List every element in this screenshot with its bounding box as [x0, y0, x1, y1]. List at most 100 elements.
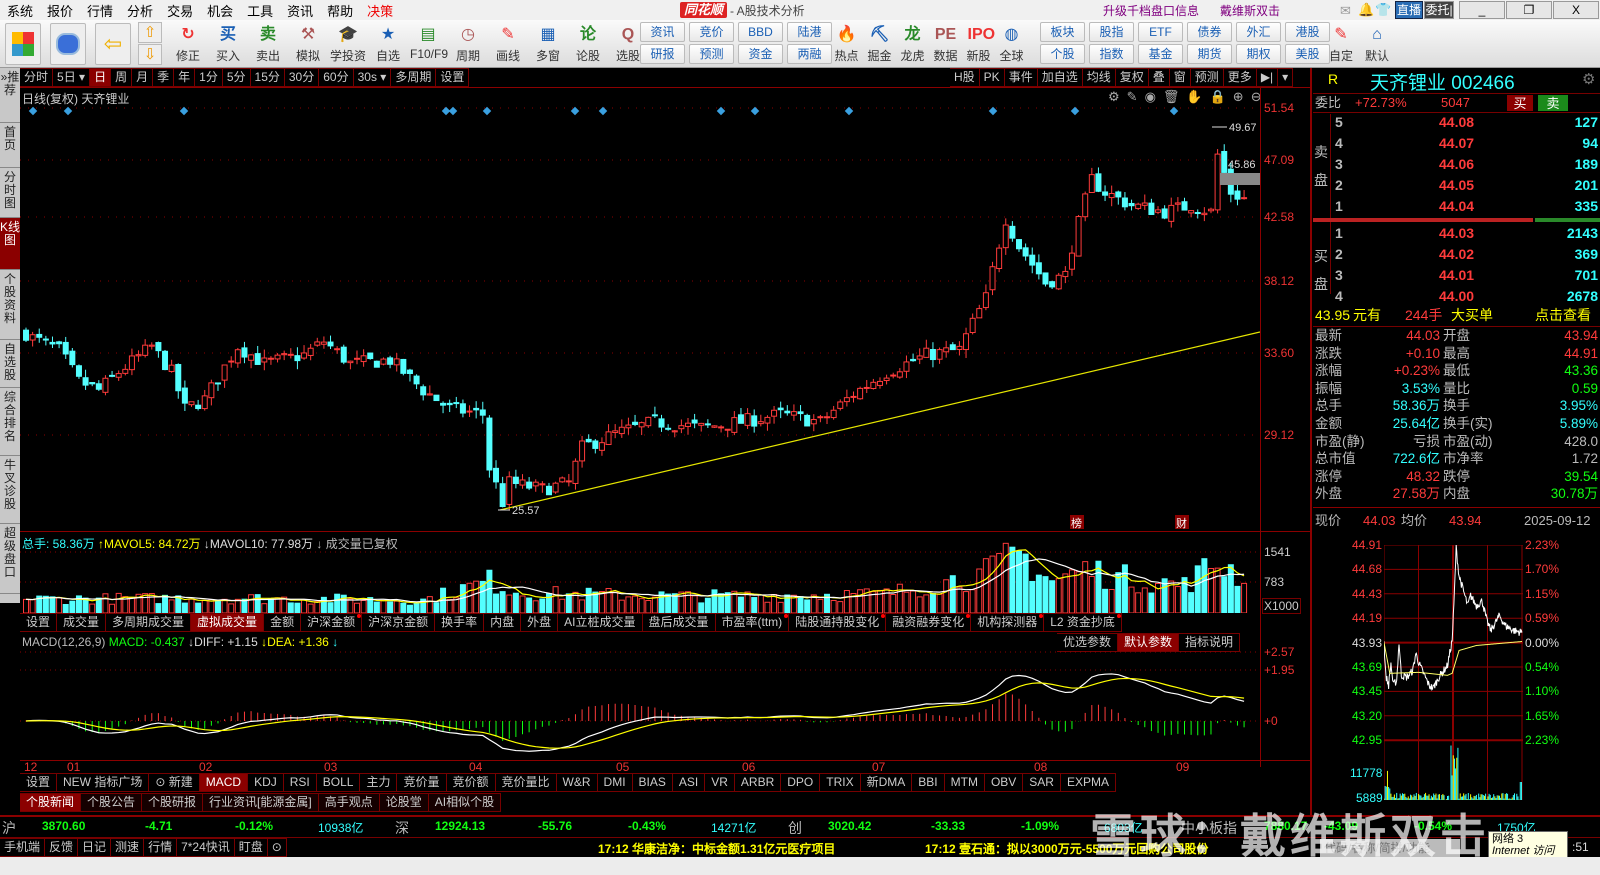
indicator-tab-1[interactable]: NEW 指标广场 [57, 773, 150, 792]
chart-tool-6[interactable]: 叠 [1148, 68, 1170, 87]
news-ticker-item[interactable]: 17:12 华康洁净：中标金额1.31亿元医疗项目 [598, 840, 835, 857]
toolbar-button-single-6[interactable]: ▤ F10/F9 [410, 22, 448, 66]
indicator-tab-4[interactable]: KDJ [248, 773, 284, 792]
volume-tab-12[interactable]: 市盈率(ttm) [715, 613, 790, 632]
indicator-tab-17[interactable]: DPO [781, 773, 821, 792]
menu-news[interactable]: 资讯 [280, 1, 320, 20]
volume-tab-0[interactable]: 设置 [20, 613, 58, 632]
big-order-link[interactable]: 点击查看 [1535, 307, 1591, 324]
news-tab-4[interactable]: 高手观点 [318, 793, 380, 812]
back-button[interactable]: ⇦ [95, 23, 131, 65]
volume-tab-3[interactable]: 虚拟成交量 [191, 613, 265, 632]
menu-decision[interactable]: 决策 [360, 1, 400, 20]
toolbar-button-single-3[interactable]: ⚒ 模拟 [290, 22, 326, 66]
toolbar-button-single-2[interactable]: 卖卖出 [250, 22, 286, 66]
news-tab-3[interactable]: 行业资讯[能源金属] [203, 793, 319, 812]
toolbar-link-button[interactable]: 竞价 [689, 22, 734, 42]
chart-tool-10[interactable]: ▶| [1256, 68, 1279, 87]
toolbar-link-button[interactable]: 预测 [689, 44, 734, 64]
toolbar-link-button[interactable]: 研报 [640, 44, 685, 64]
event-diamond-icon[interactable] [598, 106, 608, 116]
trend-line[interactable] [499, 331, 1260, 511]
indicator-tab-19[interactable]: 新DMA [860, 773, 913, 792]
chart-tool-2[interactable]: 事件 [1004, 68, 1038, 87]
chart-tool-5[interactable]: 复权 [1115, 68, 1149, 87]
event-diamond-icon[interactable] [1070, 106, 1080, 116]
ai-assistant-button[interactable] [50, 23, 86, 65]
chart-tool-8[interactable]: 预测 [1190, 68, 1224, 87]
news-tab-1[interactable]: 个股公告 [81, 793, 143, 812]
left-nav-item-5[interactable]: 自选股 [0, 340, 20, 388]
indicator-tab-24[interactable]: EXPMA [1060, 773, 1116, 792]
status-item-0[interactable]: 手机端 [0, 838, 46, 857]
indicator-tab-5[interactable]: RSI [283, 773, 317, 792]
left-nav-item-7[interactable]: 牛叉诊股 [0, 456, 20, 524]
left-nav-item-8[interactable]: 超级盘口 [0, 524, 20, 594]
skin-icon[interactable]: 👕 [1375, 2, 1391, 18]
period-tab-3[interactable]: 周 [111, 68, 133, 87]
chart-tool-11[interactable]: ▾ [1278, 68, 1294, 87]
toolbar-link-button[interactable]: 股指 [1089, 22, 1134, 42]
indicator-tab-22[interactable]: OBV [984, 773, 1024, 792]
toolbar-button-single-9[interactable]: ▦ 多窗 [530, 22, 566, 66]
volume-tab-8[interactable]: 内盘 [484, 613, 522, 632]
indicator-tab-6[interactable]: BOLL [316, 773, 361, 792]
asks-level[interactable]: 5 44.08 127 [1313, 114, 1600, 131]
status-item-5[interactable]: 7*24快讯 [177, 838, 235, 857]
indicator-tab-3[interactable]: MACD [199, 773, 249, 792]
toolbar-button-single2-0[interactable]: 🔥 热点 [832, 22, 861, 66]
volume-tab-9[interactable]: 外盘 [521, 613, 559, 632]
toolbar-button-single2-4[interactable]: IPO 新股 [964, 22, 995, 66]
toolbar-link-button[interactable]: 板块 [1040, 22, 1085, 42]
status-item-1[interactable]: 反馈 [45, 838, 79, 857]
bids-level[interactable]: 2 44.02 369 [1313, 246, 1600, 263]
bell-icon[interactable]: 🔔 [1358, 2, 1374, 18]
event-diamond-icon[interactable] [1169, 106, 1179, 116]
event-diamond-icon[interactable] [28, 106, 38, 116]
settings-gear-icon[interactable]: ⚙ [1582, 70, 1595, 88]
indicator-tab-0[interactable]: 设置 [20, 773, 58, 792]
toolbar-link-button[interactable]: 港股 [1285, 22, 1330, 42]
indicator-tab-11[interactable]: W&R [556, 773, 598, 792]
indicator-tab-21[interactable]: MTM [944, 773, 985, 792]
mail-icon[interactable]: ✉ [1340, 3, 1351, 19]
kline-chart[interactable]: 49.67 45.86 25.57 榜 财 [20, 87, 1260, 530]
volume-tab-16[interactable]: L2 资金抄底 [1044, 613, 1122, 632]
intraday-chart[interactable] [1384, 545, 1523, 800]
toolbar-link-button[interactable]: BBD [738, 22, 783, 42]
chart-tool-9[interactable]: 更多 [1223, 68, 1257, 87]
volume-tab-15[interactable]: 机构探测器 [971, 613, 1045, 632]
toolbar-button-single3-1[interactable]: ⌂ 默认 [1361, 22, 1393, 66]
period-tab-13[interactable]: 多周期 [391, 68, 437, 87]
entrust-dropdown[interactable]: 委托|▾ [1424, 1, 1454, 33]
indicator-tab-10[interactable]: 竞价量比 [495, 773, 557, 792]
chart-tool-0[interactable]: H股 [950, 68, 980, 87]
toolbar-button-single2-2[interactable]: 龙龙虎 [898, 22, 927, 66]
toolbar-link-button[interactable]: 期权 [1236, 44, 1281, 64]
asks-level[interactable]: 2 44.05 201 [1313, 177, 1600, 194]
left-nav-item-6[interactable]: 综合排名 [0, 388, 20, 456]
toolbar-link-button[interactable]: 资金 [738, 44, 783, 64]
period-tab-6[interactable]: 年 [174, 68, 196, 87]
news-tab-6[interactable]: AI相似个股 [428, 793, 502, 812]
event-diamond-icon[interactable] [750, 106, 760, 116]
restore-button[interactable]: ❐ [1506, 1, 1552, 19]
indicator-tab-9[interactable]: 竞价额 [446, 773, 496, 792]
layout-button[interactable] [5, 23, 41, 65]
status-item-6[interactable]: 盯盘 [234, 838, 268, 857]
period-tab-8[interactable]: 5分 [222, 68, 251, 87]
ranking-badge[interactable]: 榜 [1071, 516, 1082, 530]
index-name[interactable]: 中小板指 [1181, 818, 1237, 838]
event-diamond-icon[interactable] [448, 106, 458, 116]
volume-tab-11[interactable]: 盘后成交量 [642, 613, 716, 632]
period-tab-10[interactable]: 30分 [284, 68, 320, 87]
status-item-3[interactable]: 测速 [111, 838, 145, 857]
close-button[interactable]: X [1553, 1, 1599, 19]
asks-level[interactable]: 3 44.06 189 [1313, 156, 1600, 173]
toolbar-link-button[interactable]: 个股 [1040, 44, 1085, 64]
event-diamond-icon[interactable] [63, 106, 73, 116]
menu-help[interactable]: 帮助 [320, 1, 360, 20]
period-tab-14[interactable]: 设置 [436, 68, 470, 87]
period-tab-1[interactable]: 5日 ▾ [53, 68, 91, 87]
toolbar-button-single-4[interactable]: 🎓 学投资 [330, 22, 366, 66]
